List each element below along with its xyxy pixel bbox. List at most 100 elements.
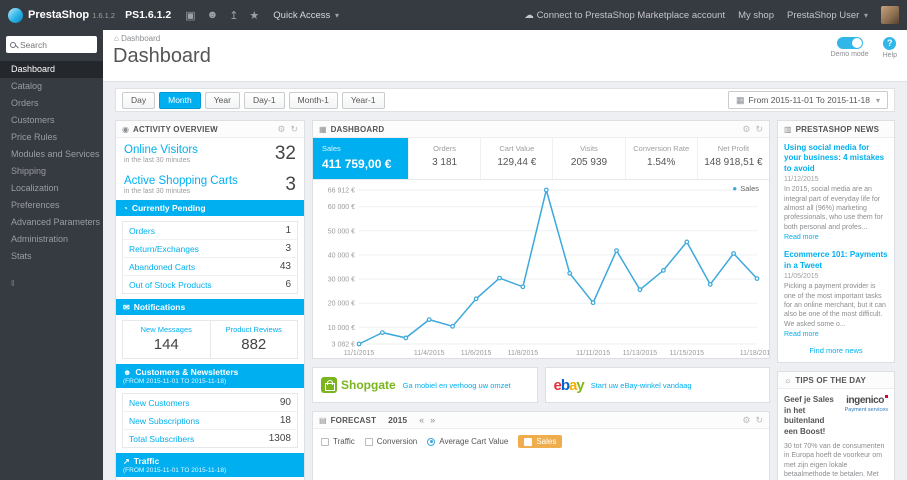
date-filter-bar: Day Month Year Day-1 Month-1 Year-1 ▦ Fr… [115,88,895,112]
tips-headline: Geef je Sales in het buitenland een Boos… [784,395,834,436]
caret-down-icon: ▾ [875,95,880,105]
pending-row-abandoned-carts: Abandoned Carts 43 [123,258,297,276]
filter-year-button[interactable]: Year [204,91,240,109]
brand-version: 1.6.1.2 [92,10,116,20]
sidebar-item-catalog[interactable]: Catalog [0,78,103,95]
sidebar-search[interactable] [6,36,97,53]
demo-mode-toggle[interactable] [836,37,863,49]
refresh-icon[interactable]: ↻ [290,124,298,135]
topbar-right: ☁ Connect to PrestaShop Marketplace acco… [524,6,907,24]
sidebar-item-preferences[interactable]: Preferences [0,197,103,214]
sidebar-item-administration[interactable]: Administration [0,231,103,248]
out-of-stock-link[interactable]: Out of Stock Products [129,280,212,290]
tips-top: Geef je Sales in het buitenland een Boos… [778,389,894,440]
filter-month-1-button[interactable]: Month-1 [288,91,338,109]
news-article-title[interactable]: Using social media for your business: 4 … [784,143,888,174]
sidebar-item-dashboard[interactable]: Dashboard [0,61,103,78]
sidebar-item-advanced-parameters[interactable]: Advanced Parameters [0,214,103,231]
news-panel-header: ▥ PRESTASHOP NEWS [778,121,894,138]
new-subscriptions-row: New Subscriptions 18 [123,412,297,430]
filter-day-button[interactable]: Day [122,91,156,109]
sidebar-item-customers[interactable]: Customers [0,112,103,129]
forecast-nav: « » [419,415,435,425]
find-more-news-link[interactable]: Find more news [778,342,894,362]
new-messages-cell[interactable]: New Messages 144 [123,321,210,358]
sidebar: Dashboard Catalog Orders Customers Price… [0,30,103,480]
product-reviews-cell[interactable]: Product Reviews 882 [209,321,298,358]
ebay-link[interactable]: Start uw eBay-winkel vandaag [591,381,692,390]
people-icon: ☻ [123,367,132,377]
gear-icon[interactable]: ⚙ [277,124,285,135]
sidebar-item-shipping[interactable]: Shipping [0,163,103,180]
active-carts-block: Active Shopping Carts in the last 30 min… [116,169,304,200]
total-subscribers-link[interactable]: Total Subscribers [129,434,194,444]
search-input[interactable] [20,39,93,50]
kpi-conversion-rate[interactable]: Conversion Rate 1.54% [626,138,698,179]
svg-text:3 082 €: 3 082 € [332,342,355,349]
sidebar-item-localization[interactable]: Localization [0,180,103,197]
news-article-date: 11/05/2015 [784,273,819,281]
kpi-orders[interactable]: Orders 3 181 [409,138,482,179]
active-carts-link[interactable]: Active Shopping Carts [124,175,238,187]
forecast-year[interactable]: 2015 [388,415,407,425]
date-range-picker[interactable]: ▦ From 2015-11-01 To 2015-11-18 ▾ [728,91,888,109]
kpi-cart-value[interactable]: Cart Value 129,44 € [481,138,554,179]
kpi-visits[interactable]: Visits 205 939 [553,138,626,179]
new-customers-link[interactable]: New Customers [129,398,189,408]
forecast-legend: Traffic Conversion Average Cart Value Sa… [313,429,769,454]
filter-month-button[interactable]: Month [159,91,201,109]
legend-sales-toggle[interactable]: Sales [518,435,563,448]
employee-icon[interactable]: ☻ [207,9,219,22]
sidebar-item-stats[interactable]: Stats [0,248,103,265]
kpi-sales[interactable]: Sales 411 759,00 € [313,138,409,179]
legend-avg-cart-value-toggle[interactable]: Average Cart Value [427,437,508,446]
ebay-banner[interactable]: ebay Start uw eBay-winkel vandaag [544,367,770,403]
quick-access-menu[interactable]: Quick Access ▾ [273,10,339,21]
refresh-icon[interactable]: ↻ [755,124,763,135]
legend-traffic-toggle[interactable]: Traffic [321,437,355,446]
read-more-link[interactable]: Read more [784,234,888,241]
svg-text:10 000 €: 10 000 € [328,325,355,332]
marketplace-link[interactable]: ☁ Connect to PrestaShop Marketplace acco… [524,10,725,21]
shopgate-link[interactable]: Ga mobiel en verhoog uw omzet [403,381,511,390]
checkbox-icon [364,437,373,446]
prev-icon[interactable]: « [419,415,424,425]
breadcrumb[interactable]: ⌂ Dashboard [114,34,160,43]
svg-text:11/1/2015: 11/1/2015 [344,350,375,357]
shopgate-banner[interactable]: Shopgate Ga mobiel en verhoog uw omzet [312,367,538,403]
cart-icon[interactable]: ▣ [185,9,195,22]
new-subscriptions-link[interactable]: New Subscriptions [129,416,199,426]
sidebar-item-price-rules[interactable]: Price Rules [0,129,103,146]
online-visitors-link[interactable]: Online Visitors [124,144,198,156]
sidebar-collapse-icon[interactable]: ‖ [11,279,103,288]
kpi-net-profit[interactable]: Net Profit 148 918,51 € [698,138,769,179]
svg-text:60 000 €: 60 000 € [328,204,355,211]
orders-link[interactable]: Orders [129,226,155,236]
upload-icon[interactable]: ↥ [229,9,238,22]
refresh-icon[interactable]: ↻ [755,415,763,426]
next-icon[interactable]: » [430,415,435,425]
sidebar-item-modules[interactable]: Modules and Services [0,146,103,163]
legend-conversion-toggle[interactable]: Conversion [364,437,417,446]
active-carts-value: 3 [285,174,296,195]
chart-legend-sales[interactable]: ● Sales [732,184,759,193]
gear-icon[interactable]: ⚙ [742,124,750,135]
shop-name[interactable]: PS1.6.1.2 [125,9,171,21]
svg-text:11/18/2015: 11/18/2015 [740,350,769,357]
abandoned-carts-link[interactable]: Abandoned Carts [129,262,195,272]
returns-link[interactable]: Return/Exchanges [129,244,199,254]
sidebar-item-orders[interactable]: Orders [0,95,103,112]
activity-icon: ◉ [122,124,129,134]
read-more-link[interactable]: Read more [784,331,888,338]
user-menu[interactable]: PrestaShop User ▾ [787,10,868,21]
my-shop-link[interactable]: My shop [738,10,774,21]
ingenico-tagline: Payment services [844,407,888,414]
help-icon[interactable]: ? [883,37,897,50]
filter-year-1-button[interactable]: Year-1 [341,91,385,109]
filter-day-1-button[interactable]: Day-1 [243,91,285,109]
gear-icon[interactable]: ⚙ [742,415,750,426]
news-article-title[interactable]: Ecommerce 101: Payments in a Tweet [784,250,888,271]
trophy-icon[interactable]: ★ [249,9,259,22]
avatar[interactable] [881,6,899,24]
dashboard-panel-header: ▦ DASHBOARD ⚙ ↻ [313,121,769,138]
